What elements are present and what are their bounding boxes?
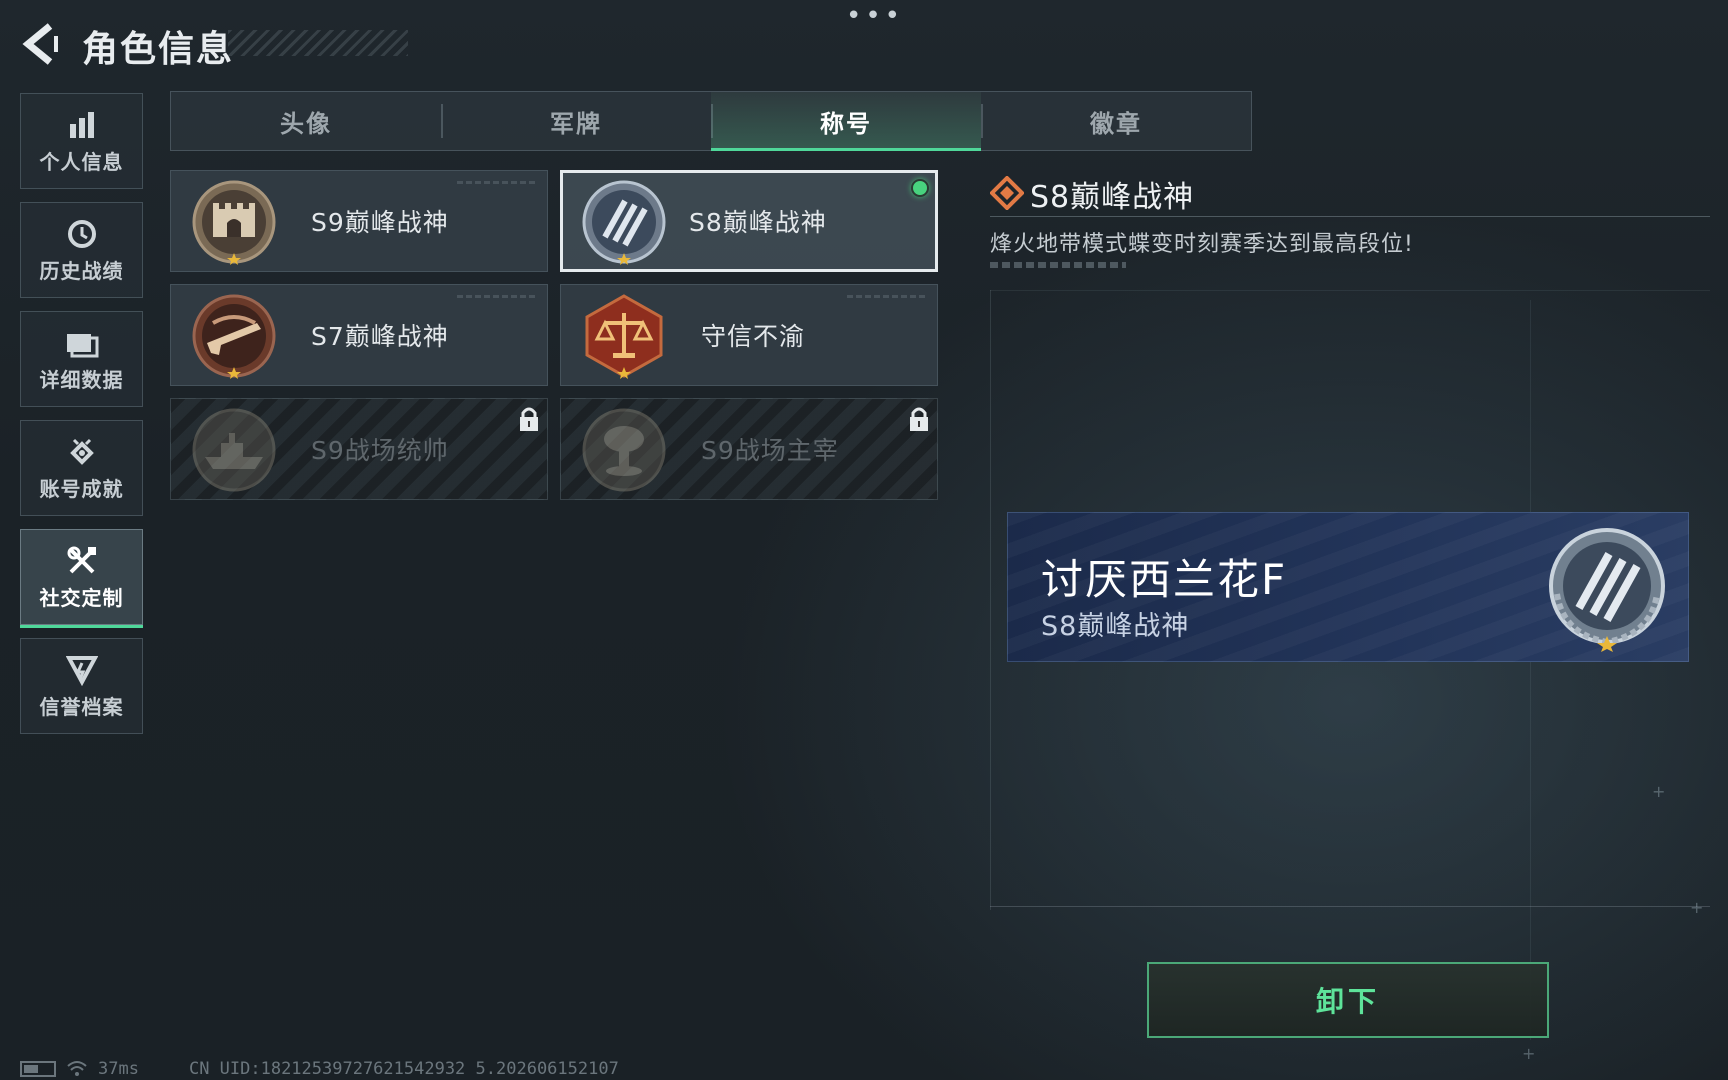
sidebar: 个人信息 历史战绩 详细数据 账号成就 社交定制 信誉档案	[20, 93, 144, 747]
history-clock-icon	[65, 217, 99, 251]
sidebar-item-social-custom[interactable]: 社交定制	[20, 529, 143, 628]
title-name: S9战场主宰	[701, 436, 839, 465]
mushroom-cloud-emblem-icon	[582, 408, 666, 492]
player-uid: CN UID:18212539727621542932 5.2026061521…	[188, 1059, 619, 1079]
tab-dog-tag[interactable]: 军牌	[441, 92, 711, 150]
credit-shield-icon	[65, 653, 99, 687]
sidebar-item-label: 信誉档案	[39, 694, 124, 719]
title-card-s9-commander[interactable]: S9战场统帅	[170, 398, 548, 500]
equipped-indicator	[911, 179, 929, 197]
sidebar-item-history[interactable]: 历史战绩	[20, 202, 143, 298]
shield-stripes-emblem-icon	[1549, 528, 1665, 652]
title-name: 守信不渝	[701, 322, 806, 351]
sidebar-item-label: 个人信息	[39, 149, 124, 174]
divider	[990, 906, 1710, 907]
title-card-s9-peak[interactable]: S9巅峰战神	[170, 170, 548, 272]
lock-icon	[910, 407, 928, 431]
title-card-s8-peak[interactable]: S8巅峰战神	[560, 170, 938, 272]
nameplate-preview: 讨厌西兰花F S8巅峰战神	[1007, 512, 1689, 662]
detail-description: 烽火地带模式蝶变时刻赛季达到最高段位!	[990, 232, 1414, 257]
tools-icon	[65, 544, 99, 578]
wifi-icon	[67, 1061, 87, 1076]
detail-title: S8巅峰战神	[1030, 180, 1195, 215]
rifle-emblem-icon	[192, 294, 276, 379]
lock-icon	[520, 407, 538, 431]
folder-icon	[65, 326, 99, 360]
detail-decoration	[990, 262, 1126, 268]
sidebar-item-detailed-data[interactable]: 详细数据	[20, 311, 143, 407]
sidebar-item-achievements[interactable]: 账号成就	[20, 420, 143, 516]
diamond-rank-icon	[990, 176, 1024, 210]
more-menu-button[interactable]: •••	[846, 3, 904, 29]
sidebar-item-label: 历史战绩	[39, 258, 124, 283]
card-decoration	[847, 295, 927, 298]
fortress-emblem-icon	[192, 180, 276, 265]
page-title: 角色信息	[82, 29, 235, 70]
card-decoration	[457, 181, 537, 184]
back-button[interactable]	[20, 22, 60, 66]
tab-badge[interactable]: 徽章	[981, 92, 1251, 150]
battery-icon	[20, 1061, 56, 1077]
sidebar-item-label: 账号成就	[39, 476, 124, 501]
player-name: 讨厌西兰花F	[1041, 555, 1288, 604]
back-arrow-icon	[22, 23, 58, 65]
sidebar-item-label: 社交定制	[39, 585, 124, 610]
bg-crosshair: +	[1522, 1044, 1536, 1063]
title-name: S7巅峰战神	[311, 322, 449, 351]
title-name: S8巅峰战神	[689, 208, 827, 237]
tab-title[interactable]: 称号	[711, 92, 981, 151]
sidebar-item-credit-record[interactable]: 信誉档案	[20, 638, 143, 734]
title-card-s7-peak[interactable]: S7巅峰战神	[170, 284, 548, 386]
category-tabs: 头像 军牌 称号 徽章	[170, 91, 1252, 151]
title-card-keep-faith[interactable]: 守信不渝	[560, 284, 938, 386]
title-decoration	[228, 30, 408, 56]
nameplate-title: S8巅峰战神	[1041, 611, 1190, 642]
achievement-icon	[65, 435, 99, 469]
card-decoration	[457, 295, 537, 298]
shield-stripes-emblem-icon	[582, 180, 666, 265]
unequip-button[interactable]: 卸下	[1147, 962, 1549, 1038]
title-name: S9战场统帅	[311, 436, 449, 465]
title-name: S9巅峰战神	[311, 208, 449, 237]
status-bar: 37ms CN UID:18212539727621542932 5.20260…	[20, 1058, 619, 1080]
divider	[990, 216, 1710, 217]
tab-avatar[interactable]: 头像	[171, 92, 441, 150]
sidebar-item-label: 详细数据	[39, 367, 124, 392]
scales-emblem-icon	[585, 294, 663, 379]
sidebar-item-personal-info[interactable]: 个人信息	[20, 93, 143, 189]
bar-chart-icon	[65, 108, 99, 142]
ping-value: 37ms	[98, 1059, 139, 1079]
title-card-s9-dominator[interactable]: S9战场主宰	[560, 398, 938, 500]
warship-emblem-icon	[192, 408, 276, 492]
